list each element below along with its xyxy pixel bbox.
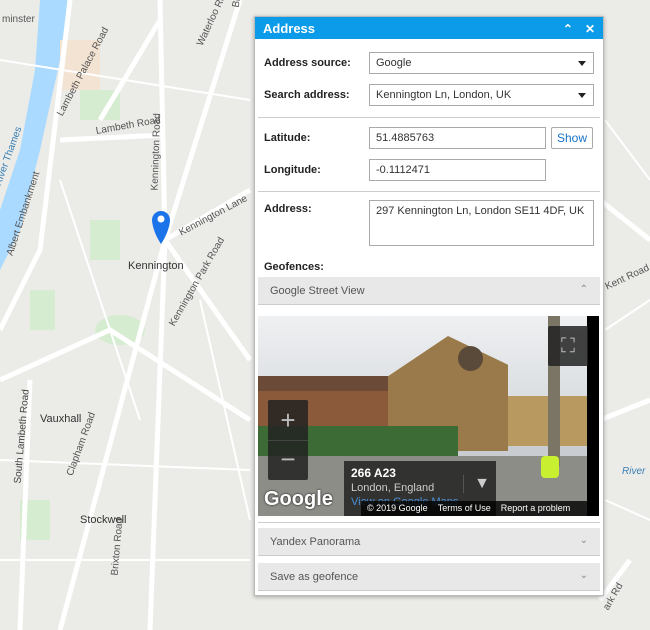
search-address-select[interactable]: Kennington Ln, London, UK xyxy=(369,84,594,106)
map-label: Vauxhall xyxy=(40,413,82,425)
search-address-label: Search address: xyxy=(264,89,350,101)
section-title: Save as geofence xyxy=(270,571,359,583)
chevron-down-icon: ⌄ xyxy=(579,570,588,581)
address-textarea[interactable]: 297 Kennington Ln, London SE11 4DF, UK xyxy=(369,200,594,246)
show-button[interactable]: Show xyxy=(551,127,593,149)
zoom-out-icon[interactable]: − xyxy=(268,440,308,480)
google-street-view-section[interactable]: Google Street View ⌃ xyxy=(258,277,600,305)
chevron-up-icon: ⌃ xyxy=(579,284,588,295)
fullscreen-icon[interactable]: ⛶ xyxy=(548,326,588,366)
close-icon[interactable]: ✕ xyxy=(585,22,595,36)
zoom-control: + − xyxy=(268,400,308,480)
section-title: Google Street View xyxy=(270,285,365,297)
copyright: © 2019 Google xyxy=(367,503,428,513)
latitude-label: Latitude: xyxy=(264,132,311,144)
divider xyxy=(258,117,600,118)
chevron-down-icon: ⌄ xyxy=(579,535,588,546)
map-label: Kennington xyxy=(128,260,184,272)
longitude-input[interactable]: -0.1112471 xyxy=(369,159,546,181)
longitude-label: Longitude: xyxy=(264,164,321,176)
divider xyxy=(258,522,600,523)
latitude-input[interactable]: 51.4885763 xyxy=(369,127,546,149)
panel-header: Address ⌃ ✕ xyxy=(255,17,603,39)
zoom-in-icon[interactable]: + xyxy=(268,400,308,440)
map-pin-icon[interactable]: ▼ xyxy=(463,475,490,493)
address-source-select[interactable]: Google xyxy=(369,52,594,74)
address-source-label: Address source: xyxy=(264,57,351,69)
geofences-label: Geofences: xyxy=(264,261,324,273)
street-view[interactable]: ⛶ + − 266 A23 London, England View on Go… xyxy=(258,316,599,516)
divider xyxy=(258,191,600,192)
panel-title: Address xyxy=(263,20,316,36)
address-panel: Address ⌃ ✕ Address source: Google Search… xyxy=(254,16,604,596)
section-title: Yandex Panorama xyxy=(270,536,361,548)
google-logo: Google xyxy=(264,488,333,510)
terms-of-use-link[interactable]: Terms of Use xyxy=(438,501,491,516)
report-problem-link[interactable]: Report a problem xyxy=(501,501,571,516)
yandex-panorama-section[interactable]: Yandex Panorama ⌄ xyxy=(258,528,600,556)
map-label: River xyxy=(622,466,646,477)
save-as-geofence-section[interactable]: Save as geofence ⌄ xyxy=(258,563,600,591)
map-label: minster xyxy=(2,14,35,25)
collapse-icon[interactable]: ⌃ xyxy=(563,22,573,36)
address-label: Address: xyxy=(264,203,312,215)
